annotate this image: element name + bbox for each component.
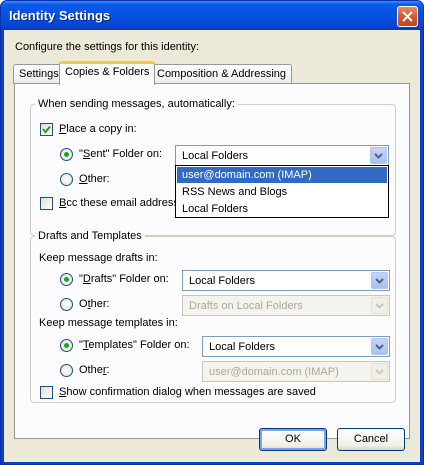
sent-other-radio[interactable] <box>60 173 73 186</box>
chevron-down-icon <box>371 272 388 289</box>
confirm-dialog-label: Show confirmation dialog when messages a… <box>59 386 316 398</box>
chevron-down-icon <box>371 363 388 380</box>
sent-folder-select[interactable]: Local Folders <box>175 145 389 166</box>
sent-folder-label: "Sent" Folder on: <box>79 148 163 160</box>
templates-other-radio[interactable] <box>60 364 73 377</box>
ok-button[interactable]: OK <box>259 428 327 451</box>
sent-folder-radio[interactable] <box>60 148 73 161</box>
confirm-dialog-checkbox[interactable] <box>40 386 53 399</box>
place-copy-checkbox[interactable] <box>40 123 53 136</box>
drafts-other-radio[interactable] <box>60 298 73 311</box>
templates-heading: Keep message templates in: <box>39 317 178 329</box>
drafts-other-label: Other: <box>79 298 110 310</box>
chevron-down-icon <box>371 297 388 314</box>
drafts-folder-select[interactable]: Local Folders <box>182 270 390 291</box>
dropdown-option-rss[interactable]: RSS News and Blogs <box>177 184 387 200</box>
tab-settings[interactable]: Settings <box>13 64 65 84</box>
chevron-down-icon <box>370 147 387 164</box>
cancel-button[interactable]: Cancel <box>337 428 405 451</box>
drafts-group-label: Drafts and Templates <box>35 230 145 242</box>
dropdown-option-imap[interactable]: user@domain.com (IMAP) <box>177 167 387 183</box>
window-title: Identity Settings <box>9 8 111 23</box>
dialog-window: Identity Settings Configure the settings… <box>0 0 424 465</box>
templates-other-select[interactable]: user@domain.com (IMAP) <box>202 361 390 382</box>
tab-panel: When sending messages, automatically: Pl… <box>14 83 410 439</box>
templates-folder-label: "Templates" Folder on: <box>79 339 190 351</box>
templates-folder-select[interactable]: Local Folders <box>202 336 390 357</box>
close-button[interactable] <box>397 6 418 27</box>
drafts-other-select[interactable]: Drafts on Local Folders <box>182 295 390 316</box>
tab-copies-folders[interactable]: Copies & Folders <box>59 61 156 85</box>
title-bar[interactable]: Identity Settings <box>1 1 423 30</box>
intro-text: Configure the settings for this identity… <box>15 41 200 53</box>
sending-group-label: When sending messages, automatically: <box>35 98 238 110</box>
checkmark-icon <box>42 125 51 134</box>
templates-other-label: Other: <box>79 364 110 376</box>
templates-folder-radio[interactable] <box>60 339 73 352</box>
chevron-down-icon <box>371 338 388 355</box>
drafts-folder-label: "Drafts" Folder on: <box>79 273 169 285</box>
bcc-label: Bcc these email address <box>59 197 179 209</box>
place-copy-label: Place a copy in: <box>59 123 137 135</box>
drafts-folder-radio[interactable] <box>60 273 73 286</box>
close-icon <box>402 11 413 22</box>
dropdown-option-local-folders[interactable]: Local Folders <box>177 201 387 217</box>
tab-composition-addressing[interactable]: Composition & Addressing <box>151 64 293 84</box>
drafts-heading: Keep message drafts in: <box>39 252 158 264</box>
sent-folder-dropdown-list: user@domain.com (IMAP) RSS News and Blog… <box>175 165 389 218</box>
bcc-checkbox[interactable] <box>40 197 53 210</box>
dialog-body: Configure the settings for this identity… <box>4 30 420 462</box>
sent-other-label: Other: <box>79 173 110 185</box>
